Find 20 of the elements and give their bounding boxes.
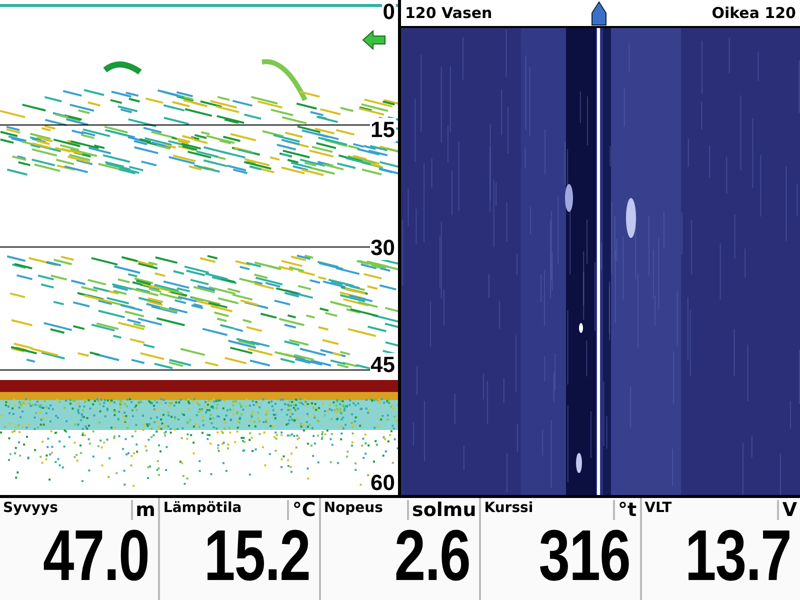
readout-unit: °C [287, 500, 316, 520]
readout-unit: °t [613, 500, 637, 520]
readout-label: VLT [644, 500, 672, 516]
left-range-label: 120 Vasen [405, 4, 492, 22]
right-range-label: Oikea 120 [712, 4, 796, 22]
readout-label: Lämpötila [163, 500, 242, 516]
readout-label: Nopeus [324, 500, 383, 516]
readout-value: 15.2 [204, 520, 310, 592]
readout-value: 13.7 [684, 520, 792, 592]
readout-value: 2.6 [394, 520, 470, 592]
readout-value: 47.0 [43, 520, 150, 592]
readout-label: Kurssi [484, 500, 534, 516]
readout-value: 316 [539, 520, 631, 592]
readout-unit: m [130, 500, 156, 520]
depth-scale-label: 15 [370, 118, 396, 142]
readout-unit: solmu [407, 500, 476, 520]
readout-label: Syvyys [3, 500, 58, 516]
readout-unit: V [777, 500, 798, 520]
arrow-left-icon [362, 30, 386, 50]
boat-icon [591, 1, 607, 26]
